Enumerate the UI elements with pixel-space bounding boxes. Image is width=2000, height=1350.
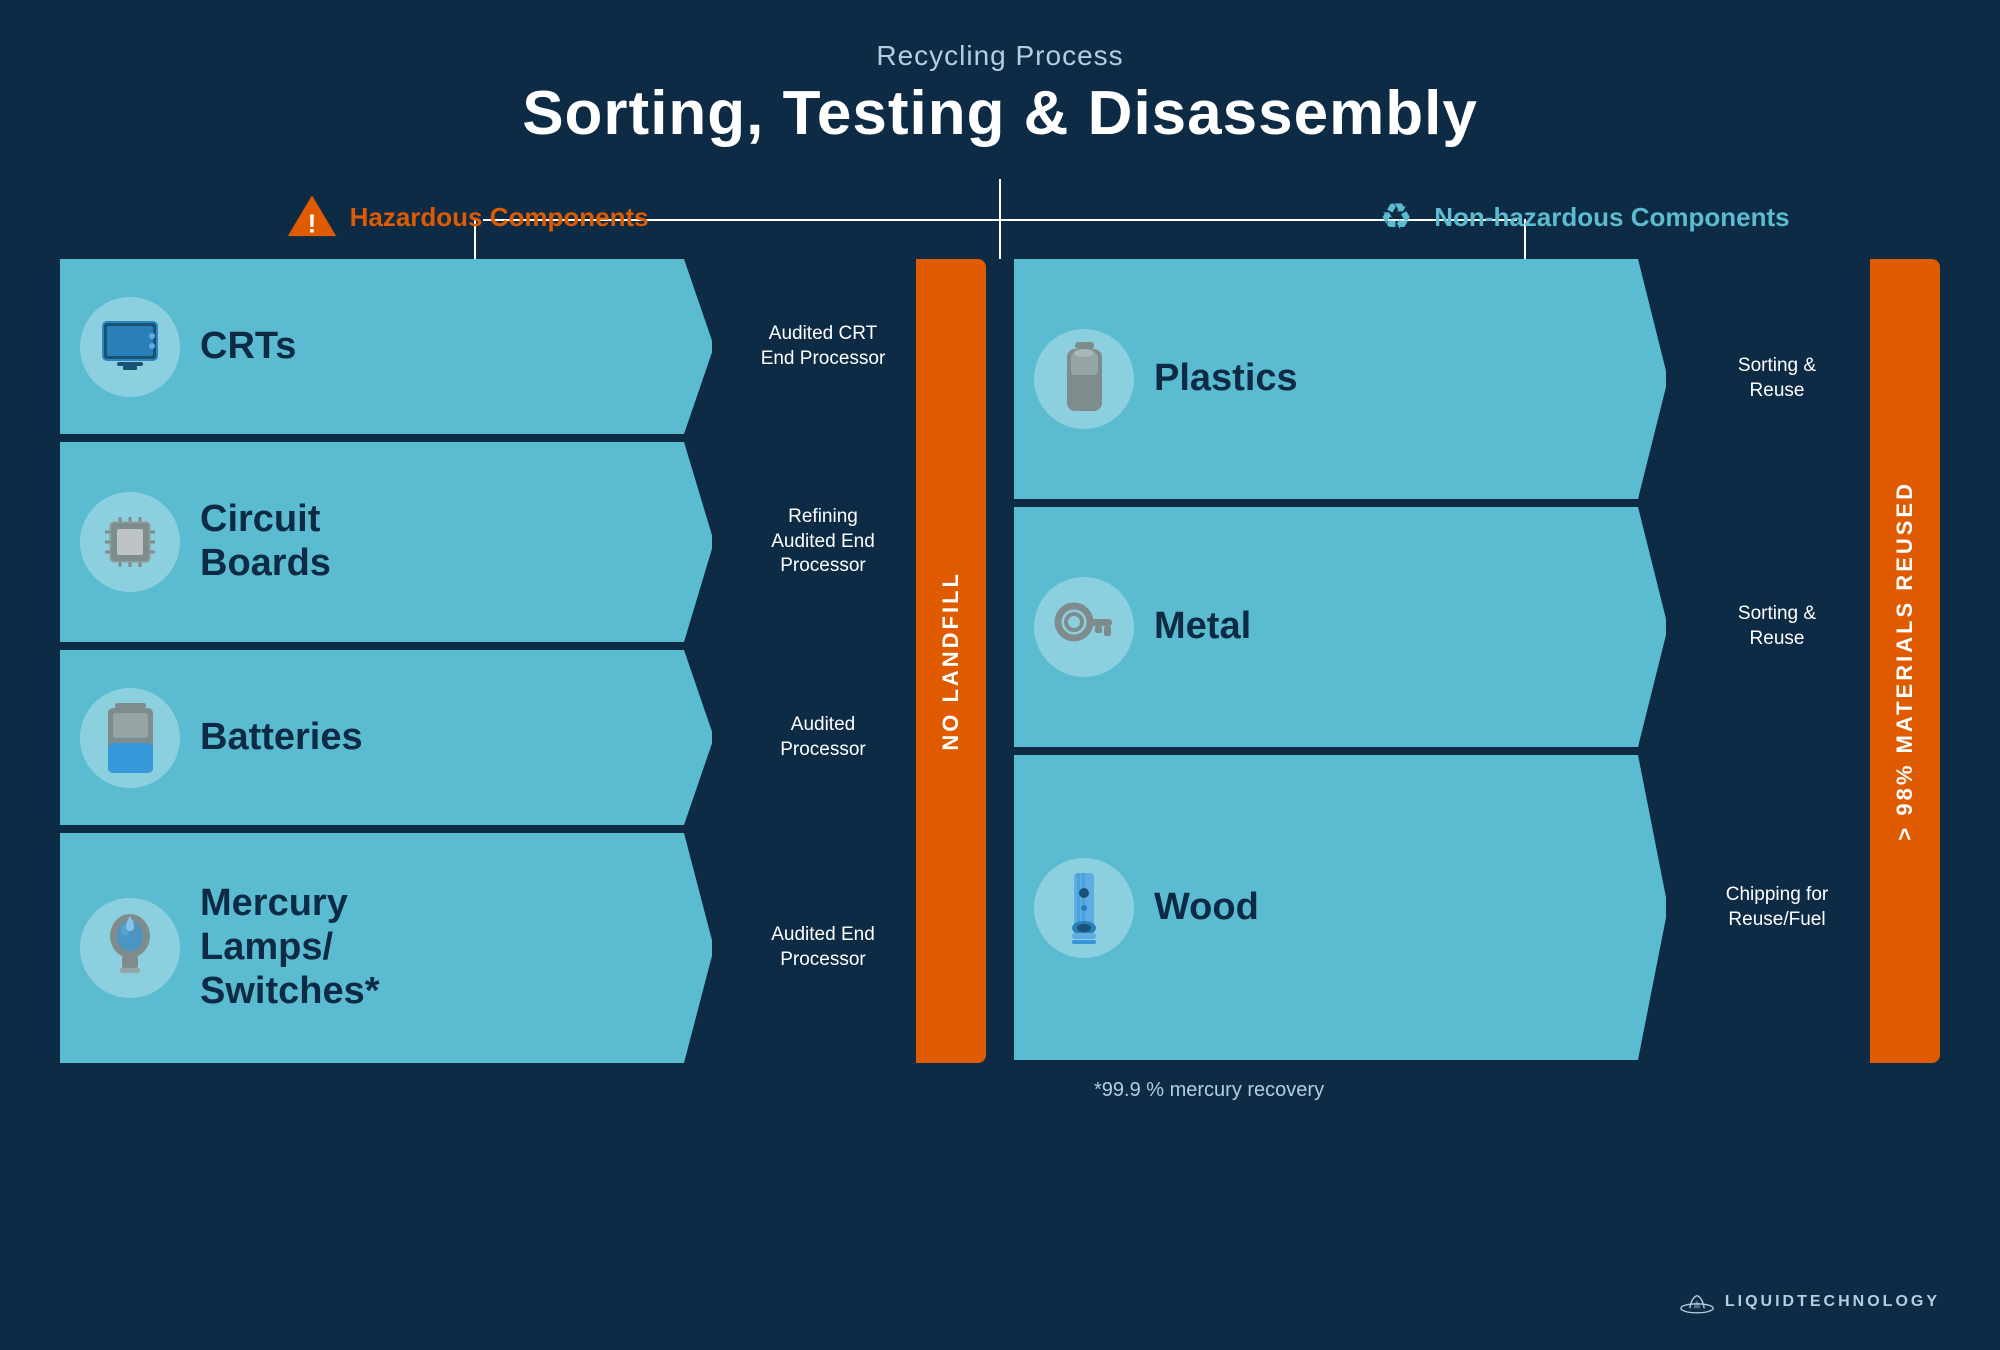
plastics-processor-text: Sorting &Reuse: [1738, 354, 1816, 403]
wood-label: Wood: [1154, 886, 1259, 930]
wood-row: Wood Chipping forReuse/Fuel: [1014, 755, 1866, 1060]
crt-processor-text: Audited CRTEnd Processor: [761, 322, 886, 371]
wood-processor: Chipping forReuse/Fuel: [1666, 755, 1866, 1060]
logo-area: LIQUIDTECHNOLOGY: [1679, 1284, 1940, 1320]
left-inner: CRTs Audited CRTEnd Processor: [60, 259, 986, 1063]
recycle-icon: ♻: [1370, 191, 1422, 243]
mercury-icon-circle: [80, 898, 180, 998]
metal-row: Metal Sorting &Reuse: [1014, 507, 1866, 747]
crt-processor: Audited CRTEnd Processor: [712, 259, 912, 434]
panels-row: CRTs Audited CRTEnd Processor: [60, 259, 1940, 1063]
svg-text:♻: ♻: [1380, 196, 1413, 237]
metal-icon-circle: [1034, 577, 1134, 677]
liquid-technology-logo-icon: [1679, 1284, 1715, 1320]
nonhazardous-items: Plastics Sorting &Reuse: [1014, 259, 1866, 1063]
left-panel: CRTs Audited CRTEnd Processor: [60, 259, 986, 1063]
crt-row: CRTs Audited CRTEnd Processor: [60, 259, 912, 434]
battery-icon-circle: [80, 688, 180, 788]
battery-icon: [103, 698, 158, 778]
materials-reused-banner: > 98% MATERIALS REUSED: [1870, 259, 1940, 1063]
circuit-processor: RefiningAudited EndProcessor: [712, 442, 912, 642]
wood-icon-circle: [1034, 858, 1134, 958]
vertical-line-center: [999, 179, 1001, 259]
battery-label: Batteries: [200, 716, 363, 760]
wood-icon: [1054, 868, 1114, 948]
plastics-processor: Sorting &Reuse: [1666, 259, 1866, 499]
bulb-icon: [100, 908, 160, 988]
logo-text: LIQUIDTECHNOLOGY: [1725, 1293, 1940, 1311]
svg-text:!: !: [307, 209, 316, 239]
plastics-label: Plastics: [1154, 357, 1298, 401]
mercury-processor-text: Audited EndProcessor: [771, 923, 875, 972]
tv-icon: [95, 314, 165, 379]
circuit-label: CircuitBoards: [200, 498, 331, 585]
metal-processor-text: Sorting &Reuse: [1738, 602, 1816, 651]
warning-icon: !: [286, 191, 338, 243]
plastics-row: Plastics Sorting &Reuse: [1014, 259, 1866, 499]
plastics-main: Plastics: [1014, 259, 1668, 499]
nonhazard-text: Non-hazardous Components: [1434, 202, 1789, 233]
battery-row: Batteries AuditedProcessor: [60, 650, 912, 825]
crt-label: CRTs: [200, 325, 296, 369]
mercury-main: MercuryLamps/Switches*: [60, 833, 714, 1063]
crt-main: CRTs: [60, 259, 714, 434]
key-icon: [1049, 592, 1119, 662]
footnote: *99.9 % mercury recovery: [1094, 1079, 1324, 1102]
crt-icon-circle: [80, 297, 180, 397]
nonhazard-label: ♻ Non-hazardous Components: [1370, 191, 1789, 243]
battery-processor: AuditedProcessor: [712, 650, 912, 825]
chip-icon: [95, 507, 165, 577]
header-subtitle: Recycling Process: [522, 40, 1478, 72]
circuit-icon-circle: [80, 492, 180, 592]
metal-processor: Sorting &Reuse: [1666, 507, 1866, 747]
battery-main: Batteries: [60, 650, 714, 825]
battery-processor-text: AuditedProcessor: [780, 713, 866, 762]
hazardous-items: CRTs Audited CRTEnd Processor: [60, 259, 912, 1063]
connector-row: ! Hazardous Components ♻ Non-hazardous C…: [60, 179, 1940, 259]
plastics-icon-circle: [1034, 329, 1134, 429]
plastic-icon: [1057, 339, 1112, 419]
wood-processor-text: Chipping forReuse/Fuel: [1726, 883, 1828, 932]
metal-label: Metal: [1154, 605, 1251, 649]
header-title: Sorting, Testing & Disassembly: [522, 78, 1478, 149]
metal-main: Metal: [1014, 507, 1668, 747]
materials-reused-text: > 98% MATERIALS REUSED: [1892, 481, 1918, 841]
diagram: ! Hazardous Components ♻ Non-hazardous C…: [60, 179, 1940, 1102]
circuit-row: CircuitBoards RefiningAudited EndProcess…: [60, 442, 912, 642]
hazard-label: ! Hazardous Components: [286, 191, 649, 243]
mercury-row: MercuryLamps/Switches* Audited EndProces…: [60, 833, 912, 1063]
no-landfill-text: NO LANDFILL: [938, 571, 964, 751]
wood-main: Wood: [1014, 755, 1668, 1060]
circuit-main: CircuitBoards: [60, 442, 714, 642]
mercury-processor: Audited EndProcessor: [712, 833, 912, 1063]
right-inner: Plastics Sorting &Reuse: [1014, 259, 1940, 1063]
circuit-processor-text: RefiningAudited EndProcessor: [771, 505, 875, 579]
right-panel: Plastics Sorting &Reuse: [1014, 259, 1940, 1063]
main-content: CRTs Audited CRTEnd Processor: [60, 259, 1940, 1102]
no-landfill-banner: NO LANDFILL: [916, 259, 986, 1063]
page-header: Recycling Process Sorting, Testing & Dis…: [522, 40, 1478, 149]
mercury-label: MercuryLamps/Switches*: [200, 882, 380, 1013]
hazard-text: Hazardous Components: [350, 202, 649, 233]
